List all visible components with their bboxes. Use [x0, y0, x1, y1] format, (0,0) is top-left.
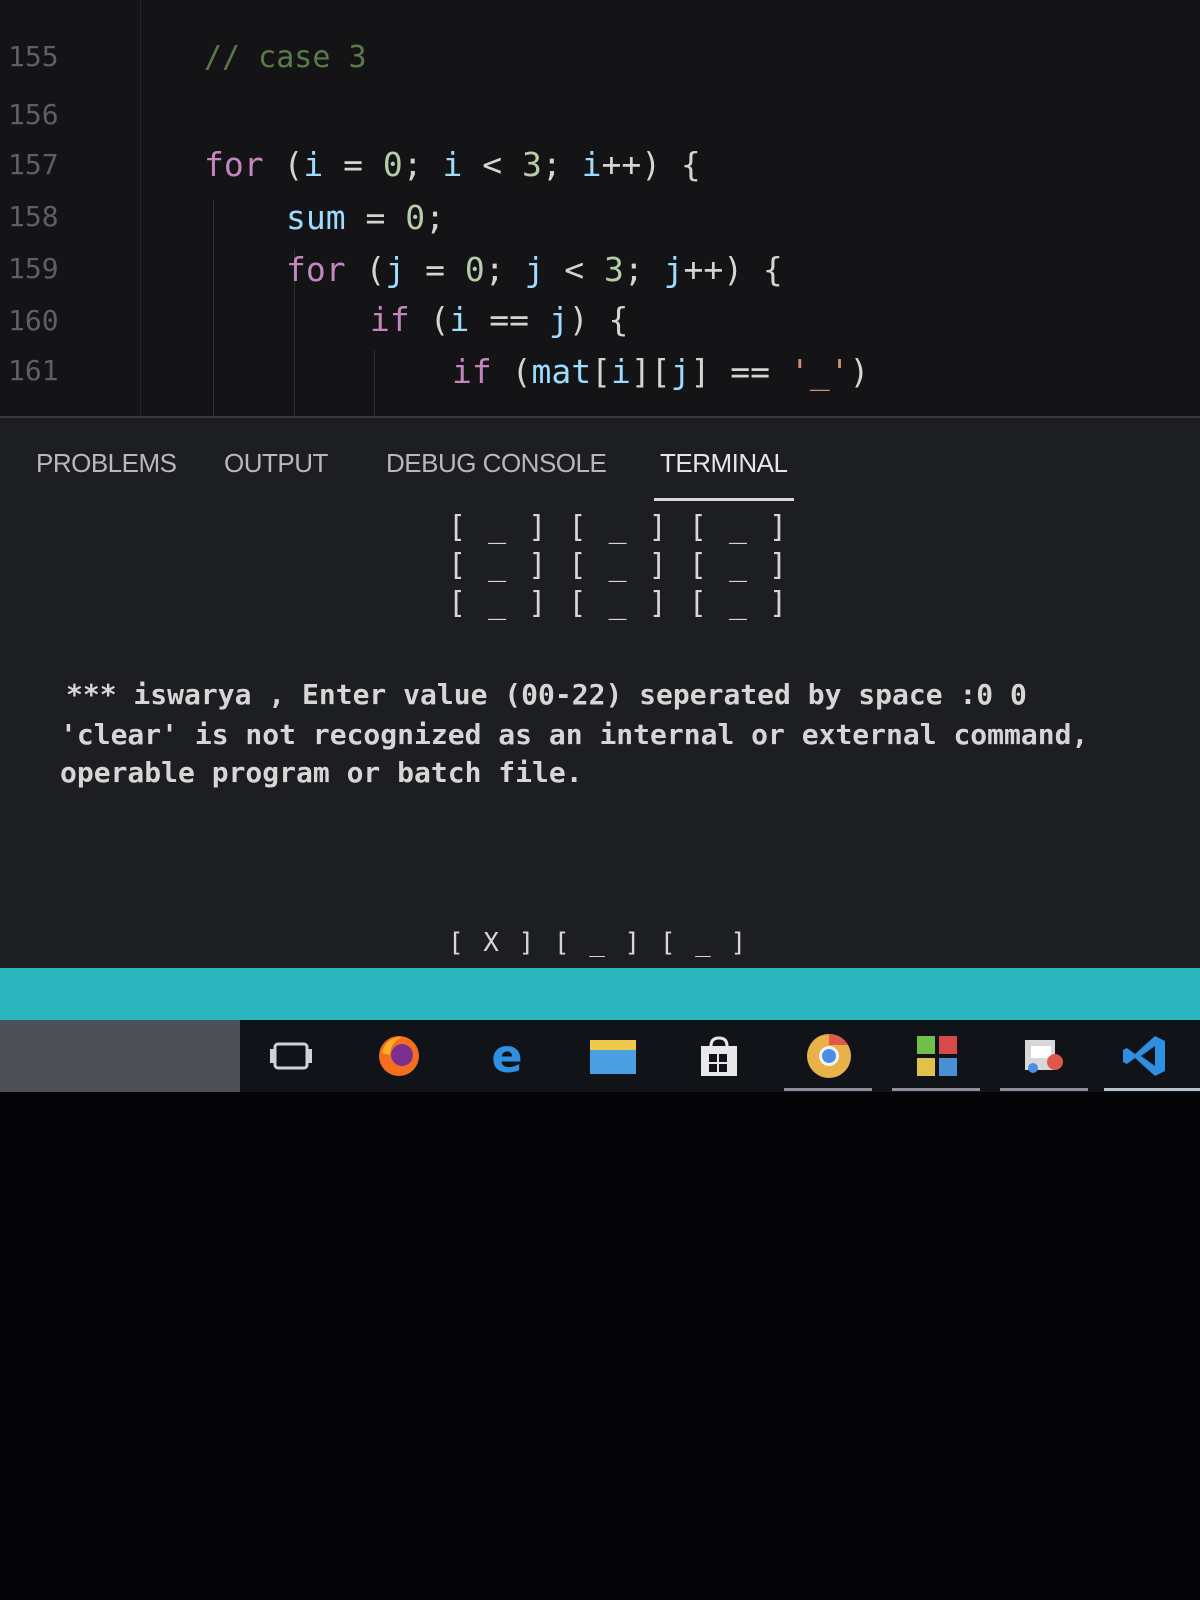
indent-guide [213, 200, 214, 418]
vscode-icon[interactable] [1120, 1032, 1170, 1080]
edge-icon[interactable]: e [482, 1029, 532, 1083]
store-icon[interactable] [694, 1032, 744, 1080]
firefox-icon[interactable] [374, 1032, 424, 1080]
code-comment: // case 3 [204, 40, 367, 75]
board-row: [ _ ] [ _ ] [ _ ] [448, 510, 790, 545]
tab-problems[interactable]: PROBLEMS [36, 448, 177, 479]
board-row: [ _ ] [ _ ] [ _ ] [448, 548, 790, 583]
line-number-gutter: 155 156 157 158 159 160 161 [0, 0, 140, 418]
code-line-157: for (i = 0; i < 3; i++) { [204, 145, 701, 184]
code-line-161: if (mat[i][j] == '_') [452, 352, 870, 391]
terminal-line: 'clear' is not recognized as an internal… [60, 718, 1089, 751]
gutter-divider [140, 0, 141, 418]
active-tab-indicator [654, 498, 794, 501]
line-number: 160 [8, 304, 59, 337]
indent-guide [374, 350, 375, 418]
code-line-160: if (i == j) { [370, 300, 629, 339]
line-number: 161 [8, 354, 59, 387]
line-number: 159 [8, 252, 59, 285]
terminal-line: *** iswarya , Enter value (00-22) sepera… [66, 678, 1027, 711]
line-number: 158 [8, 200, 59, 233]
paint-icon[interactable] [1018, 1032, 1068, 1080]
running-indicator [784, 1088, 872, 1091]
codeblocks-icon[interactable] [912, 1032, 962, 1080]
tab-output[interactable]: OUTPUT [224, 448, 328, 479]
task-view-icon[interactable] [266, 1032, 316, 1080]
running-indicator [892, 1088, 980, 1091]
taskbar: e [0, 1020, 1200, 1092]
code-editor[interactable]: 155 156 157 158 159 160 161 // case 3 fo… [0, 0, 1200, 418]
terminal-line: operable program or batch file. [60, 756, 583, 789]
file-explorer-icon[interactable] [588, 1032, 638, 1080]
bottom-panel: PROBLEMS OUTPUT DEBUG CONSOLE TERMINAL [… [0, 418, 1200, 970]
taskbar-search-box[interactable] [0, 1020, 240, 1092]
board-row: [ X ] [ _ ] [ _ ] [448, 928, 749, 958]
active-app-indicator [1104, 1088, 1200, 1091]
line-number: 157 [8, 148, 59, 181]
chrome-icon[interactable] [804, 1032, 854, 1080]
line-number: 155 [8, 40, 59, 73]
monitor-bezel [0, 1092, 1200, 1600]
line-number: 156 [8, 98, 59, 131]
tab-terminal[interactable]: TERMINAL [660, 448, 788, 479]
code-line-158: sum = 0; [286, 198, 445, 237]
board-row: [ _ ] [ _ ] [ _ ] [448, 586, 790, 621]
running-indicator [1000, 1088, 1088, 1091]
status-bar [0, 968, 1200, 1020]
tab-debug-console[interactable]: DEBUG CONSOLE [386, 448, 607, 479]
code-line-159: for (j = 0; j < 3; j++) { [286, 250, 783, 289]
